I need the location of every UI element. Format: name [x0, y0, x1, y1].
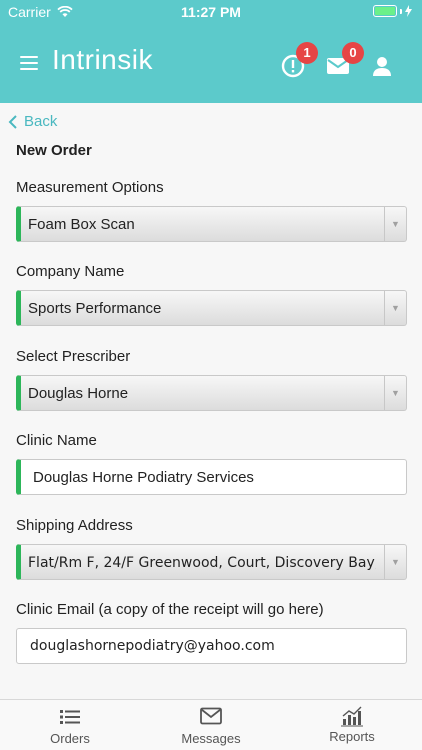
alerts-badge: 1 — [296, 42, 318, 64]
company-name-value: Sports Performance — [28, 300, 162, 317]
clinic-email-input[interactable] — [16, 628, 407, 664]
measurement-options-select[interactable]: Foam Box Scan ▼ — [16, 206, 407, 242]
user-icon — [373, 57, 391, 76]
tab-reports-label: Reports — [329, 729, 375, 744]
select-prescriber-value: Douglas Horne — [28, 385, 129, 402]
back-button[interactable]: Back — [8, 113, 57, 130]
tab-messages-label: Messages — [181, 731, 241, 746]
tab-messages[interactable]: Messages — [141, 700, 281, 750]
messages-badge: 0 — [342, 42, 364, 64]
clinic-name-label: Clinic Name — [16, 432, 97, 449]
chevron-left-icon — [8, 114, 17, 129]
charging-icon — [405, 5, 412, 17]
profile-button[interactable] — [370, 52, 398, 80]
select-prescriber-label: Select Prescriber — [16, 348, 131, 365]
hamburger-menu-icon[interactable] — [20, 56, 38, 70]
tab-orders-label: Orders — [50, 731, 90, 746]
envelope-outline-icon — [200, 707, 222, 725]
app-bar: Intrinsik 1 0 — [0, 38, 422, 92]
tab-reports[interactable]: Reports — [282, 700, 422, 750]
battery-icon — [373, 5, 397, 17]
select-prescriber-select[interactable]: Douglas Horne ▼ — [16, 375, 407, 411]
bottom-tab-bar: Orders Messages Reports — [0, 699, 422, 750]
app-header: Carrier 11:27 PM Intrinsik 1 0 — [0, 0, 422, 103]
dropdown-arrow-icon: ▼ — [384, 291, 406, 325]
battery-indicator — [373, 5, 412, 17]
list-icon — [60, 710, 80, 724]
shipping-address-select[interactable]: Flat/Rm F, 24/F Greenwood, Court, Discov… — [16, 544, 407, 580]
page-title: New Order — [16, 142, 92, 159]
dropdown-arrow-icon: ▼ — [384, 207, 406, 241]
company-name-select[interactable]: Sports Performance ▼ — [16, 290, 407, 326]
shipping-address-label: Shipping Address — [16, 517, 133, 534]
bar-chart-icon — [341, 706, 363, 727]
measurement-options-label: Measurement Options — [16, 179, 164, 196]
messages-button[interactable]: 0 — [326, 42, 364, 80]
dropdown-arrow-icon: ▼ — [384, 545, 406, 579]
app-title: Intrinsik — [52, 44, 153, 75]
dropdown-arrow-icon: ▼ — [384, 376, 406, 410]
shipping-address-value: Flat/Rm F, 24/F Greenwood, Court, Discov… — [28, 555, 376, 571]
status-bar: Carrier 11:27 PM — [0, 0, 422, 22]
company-name-label: Company Name — [16, 263, 125, 280]
alerts-button[interactable]: 1 — [280, 42, 318, 80]
clinic-name-input[interactable] — [16, 459, 407, 495]
tab-orders[interactable]: Orders — [0, 700, 140, 750]
measurement-options-value: Foam Box Scan — [28, 216, 135, 233]
clinic-email-label: Clinic Email (a copy of the receipt will… — [16, 601, 324, 618]
back-label: Back — [24, 113, 58, 130]
clock: 11:27 PM — [181, 4, 241, 20]
